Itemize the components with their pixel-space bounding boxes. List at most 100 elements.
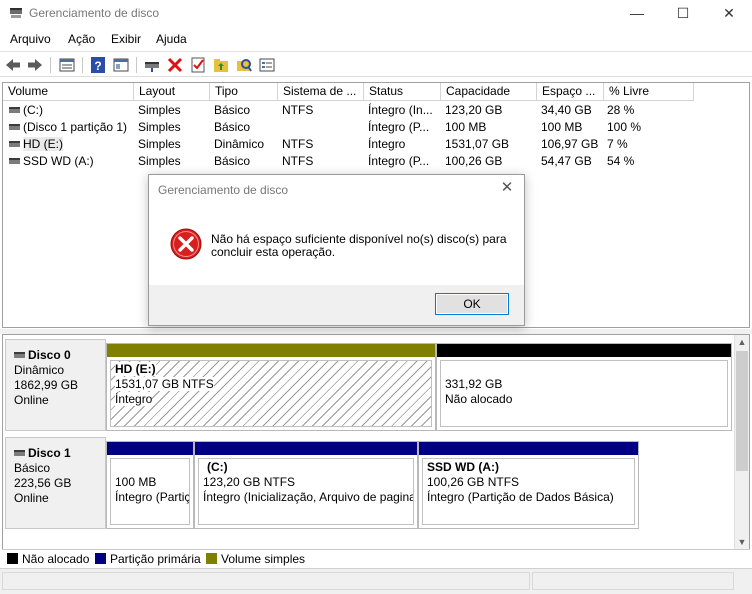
disk-name: Disco 1	[28, 446, 71, 460]
details-icon[interactable]	[258, 56, 276, 74]
volume-status: Íntegro (In...	[368, 103, 433, 117]
partition-size: 100,26 GB NTFS	[427, 475, 520, 489]
column-header-status[interactable]: Status	[364, 83, 441, 101]
help-icon[interactable]: ?	[89, 56, 107, 74]
list-view-icon[interactable]	[58, 56, 76, 74]
legend-item: Volume simples	[206, 552, 305, 566]
scroll-down-icon[interactable]: ▼	[735, 535, 749, 549]
volume-status: Íntegro	[368, 137, 406, 151]
svg-text:?: ?	[94, 59, 101, 73]
window-title: Gerenciamento de disco	[29, 6, 160, 20]
table-row[interactable]: (Disco 1 partição 1) Simples Básico Ínte…	[3, 119, 749, 136]
maximize-button[interactable]: ☐	[660, 0, 706, 28]
volume-disk-icon	[9, 141, 20, 147]
console-view-icon[interactable]	[112, 56, 130, 74]
partition-hd-e[interactable]: HD (E:) 1531,07 GB NTFS Íntegro	[106, 343, 436, 431]
disk-icon	[14, 352, 25, 358]
partition-size: 331,92 GB	[445, 377, 503, 391]
forward-icon[interactable]	[26, 56, 44, 74]
disk-0-label[interactable]: Disco 0 Dinâmico 1862,99 GB Online	[5, 339, 106, 431]
column-header-capacidade[interactable]: Capacidade	[441, 83, 537, 101]
partition-title: (C:)	[207, 460, 228, 474]
partition-body: 100 MB Íntegro (Partiç	[110, 458, 190, 525]
partition-disk1-p1[interactable]: 100 MB Íntegro (Partiç	[106, 441, 194, 529]
volume-espaco: 54,47 GB	[541, 154, 592, 168]
column-header-sistema[interactable]: Sistema de ...	[278, 83, 364, 101]
menu-ajuda[interactable]: Ajuda	[156, 32, 187, 46]
volume-sistema: NTFS	[282, 154, 314, 168]
partition-size: 123,20 GB NTFS	[203, 475, 296, 489]
volume-tipo: Básico	[214, 120, 251, 134]
column-header-layout[interactable]: Layout	[134, 83, 210, 101]
minimize-button[interactable]: —	[614, 0, 660, 28]
delete-icon[interactable]	[166, 56, 184, 74]
table-row[interactable]: HD (E:) Simples Dinâmico NTFS Íntegro 15…	[3, 136, 749, 153]
menu-arquivo[interactable]: Arquivo	[10, 32, 51, 46]
disk-pane-scrollbar[interactable]: ▲ ▼	[734, 335, 749, 549]
scroll-thumb[interactable]	[736, 351, 748, 471]
disk-state: Online	[14, 393, 49, 407]
column-header-volume[interactable]: Volume	[3, 83, 134, 101]
ok-button[interactable]: OK	[435, 293, 509, 315]
status-cell	[532, 572, 734, 590]
column-header-livre[interactable]: % Livre	[604, 83, 694, 101]
volume-layout: Simples	[138, 120, 181, 134]
table-row[interactable]: SSD WD (A:) Simples Básico NTFS Íntegro …	[3, 153, 749, 170]
toolbar-separator	[82, 57, 83, 73]
disk-size: 223,56 GB	[14, 476, 72, 490]
partition-body: (C:) 123,20 GB NTFS Íntegro (Inicializaç…	[198, 458, 414, 525]
menu-acao[interactable]: Ação	[68, 32, 95, 46]
volume-name: SSD WD (A:)	[23, 154, 94, 168]
disk-icon	[14, 450, 25, 456]
volume-status: Íntegro (P...	[368, 120, 430, 134]
column-header-espaco[interactable]: Espaço ...	[537, 83, 604, 101]
volume-livre: 54 %	[607, 154, 635, 168]
volume-livre: 7 %	[607, 137, 628, 151]
dialog-close-button[interactable]: ✕	[498, 179, 516, 197]
partition-body: HD (E:) 1531,07 GB NTFS Íntegro	[110, 360, 432, 427]
disk-map-pane: Disco 0 Dinâmico 1862,99 GB Online HD (E…	[2, 334, 750, 550]
volume-sistema: NTFS	[282, 137, 314, 151]
properties-icon[interactable]	[189, 56, 207, 74]
unallocated-bar	[437, 344, 731, 357]
scroll-up-icon[interactable]: ▲	[735, 335, 749, 349]
disk-state: Online	[14, 491, 49, 505]
disk-name: Disco 0	[28, 348, 71, 362]
column-header-tipo[interactable]: Tipo	[210, 83, 278, 101]
volume-name: HD (E:)	[23, 137, 63, 151]
partition-size: 100 MB	[115, 475, 157, 489]
volume-sistema	[282, 119, 364, 136]
disk-management-app-icon	[10, 8, 22, 18]
partition-ssd-a[interactable]: SSD WD (A:) 100,26 GB NTFS Íntegro (Part…	[418, 441, 639, 529]
partition-body: 331,92 GB Não alocado	[440, 360, 728, 427]
volume-layout: Simples	[138, 137, 181, 151]
volume-name: (C:)	[23, 103, 43, 117]
menu-bar: Arquivo Ação Exibir Ajuda	[0, 28, 752, 50]
open-folder-icon[interactable]	[212, 56, 230, 74]
partition-c[interactable]: (C:) 123,20 GB NTFS Íntegro (Inicializaç…	[194, 441, 418, 529]
table-row[interactable]: (C:) Simples Básico NTFS Íntegro (In... …	[3, 102, 749, 119]
explore-icon[interactable]	[235, 56, 253, 74]
close-button[interactable]: ✕	[706, 0, 752, 28]
menu-exibir[interactable]: Exibir	[111, 32, 141, 46]
partition-status: Íntegro	[115, 392, 153, 406]
toolbar: ?	[0, 51, 752, 77]
disk-type: Básico	[14, 461, 51, 475]
connect-drive-icon[interactable]	[143, 56, 161, 74]
disk-1-label[interactable]: Disco 1 Básico 223,56 GB Online	[5, 437, 106, 529]
status-cell	[2, 572, 530, 590]
simple-volume-bar	[107, 344, 435, 357]
partition-unallocated[interactable]: 331,92 GB Não alocado	[436, 343, 732, 431]
primary-partition-bar	[107, 442, 193, 455]
volume-disk-icon	[9, 158, 20, 164]
error-dialog: Gerenciamento de disco ✕ Não há espaço s…	[148, 174, 525, 326]
back-icon[interactable]	[4, 56, 22, 74]
partition-status: Íntegro (Inicialização, Arquivo de pagin…	[203, 490, 414, 504]
toolbar-separator	[136, 57, 137, 73]
legend: Não alocado Partição primária Volume sim…	[2, 549, 750, 567]
toolbar-separator	[50, 57, 51, 73]
partition-status: Íntegro (Partição de Dados Básica)	[427, 490, 614, 504]
disk-size: 1862,99 GB	[14, 378, 79, 392]
dialog-message: Não há espaço suficiente disponível no(s…	[211, 232, 507, 259]
partition-body: SSD WD (A:) 100,26 GB NTFS Íntegro (Part…	[422, 458, 635, 525]
